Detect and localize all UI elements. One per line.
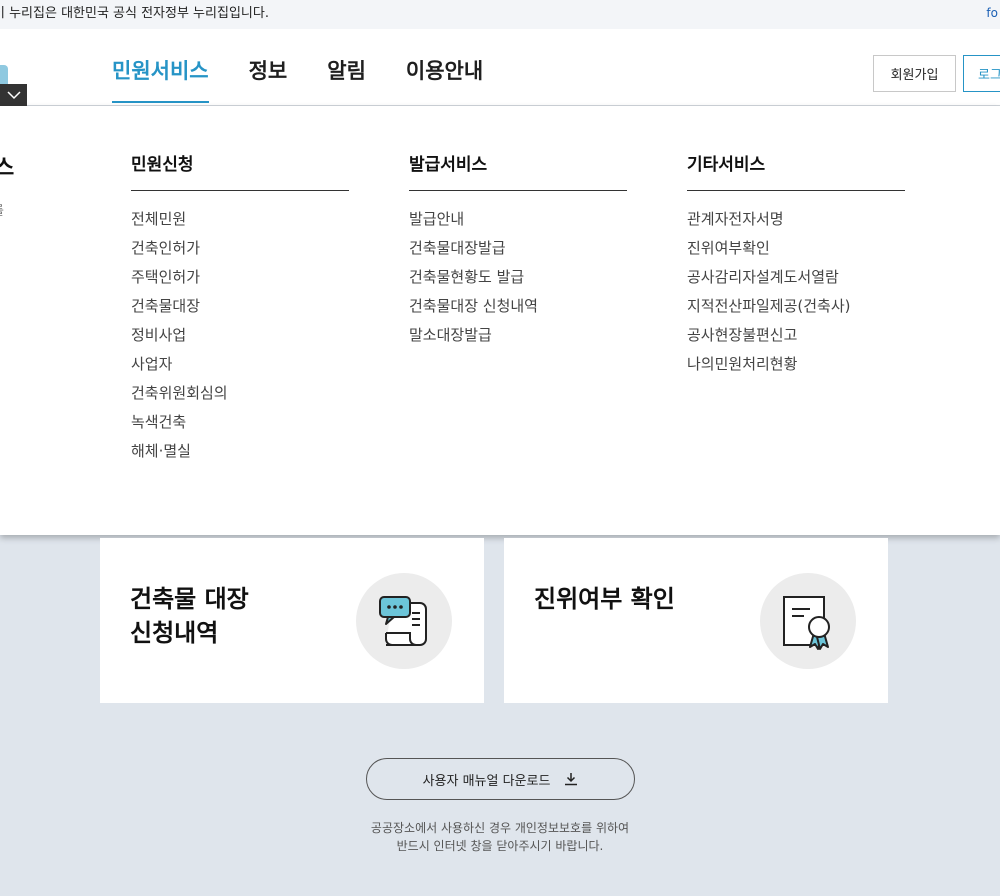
menu-column-issuance: 발급서비스 발급안내 건축물대장발급 건축물현황도 발급 건축물대장 신청내역 … <box>409 150 627 350</box>
menu-item[interactable]: 지적전산파일제공(건축사) <box>687 292 905 321</box>
menu-column-title: 기타서비스 <box>687 150 905 191</box>
menu-column-title: 민원신청 <box>131 150 349 191</box>
menu-item[interactable]: 나의민원처리현황 <box>687 350 905 379</box>
menu-item[interactable]: 진위여부확인 <box>687 234 905 263</box>
nav-notice[interactable]: 알림 <box>327 29 366 105</box>
menu-column-application: 민원신청 전체민원 건축인허가 주택인허가 건축물대장 정비사업 사업자 건축위… <box>131 150 349 466</box>
site-header: 민원서비스 정보 알림 이용안내 회원가입 로그 <box>0 29 1000 106</box>
login-button[interactable]: 로그 <box>963 55 1000 92</box>
menu-toggle-button[interactable] <box>0 84 27 106</box>
privacy-notice: 공공장소에서 사용하신 경우 개인정보보호를 위하여 반드시 인터넷 창을 닫아… <box>0 819 1000 855</box>
manual-download-label: 사용자 매뉴얼 다운로드 <box>422 773 551 789</box>
card-application-history[interactable]: 건축물 대장 신청내역 <box>100 538 484 703</box>
privacy-notice-line: 반드시 인터넷 창을 닫아주시기 바랍니다. <box>396 839 604 853</box>
menu-item[interactable]: 말소대장발급 <box>409 321 627 350</box>
menu-item[interactable]: 건축물현황도 발급 <box>409 263 627 292</box>
card-title-line: 신청내역 <box>130 619 219 647</box>
card-title: 건축물 대장 신청내역 <box>130 582 249 650</box>
mega-menu-side-title: 스 <box>0 156 15 181</box>
menu-item[interactable]: 건축물대장발급 <box>409 234 627 263</box>
card-title-line: 건축물 대장 <box>130 585 249 613</box>
menu-item[interactable]: 해체·멸실 <box>131 437 349 466</box>
gov-notice-bar: 이 누리집은 대한민국 공식 전자정부 누리집입니다. fo <box>0 0 1000 29</box>
privacy-notice-line: 공공장소에서 사용하신 경우 개인정보보호를 위하여 <box>370 821 630 835</box>
menu-item[interactable]: 주택인허가 <box>131 263 349 292</box>
menu-item[interactable]: 건축물대장 <box>131 292 349 321</box>
certificate-icon <box>760 573 856 669</box>
menu-column-other: 기타서비스 관계자전자서명 진위여부확인 공사감리자설계도서열람 지적전산파일제… <box>687 150 905 379</box>
signup-button[interactable]: 회원가입 <box>873 55 956 92</box>
menu-item[interactable]: 건축인허가 <box>131 234 349 263</box>
card-title-line: 진위여부 확인 <box>534 585 675 613</box>
menu-item[interactable]: 관계자전자서명 <box>687 205 905 234</box>
card-title: 진위여부 확인 <box>534 582 675 616</box>
nav-info[interactable]: 정보 <box>249 29 288 105</box>
manual-download-button[interactable]: 사용자 매뉴얼 다운로드 <box>366 758 635 800</box>
gov-notice-text: 이 누리집은 대한민국 공식 전자정부 누리집입니다. <box>0 6 269 21</box>
nav-civil-service[interactable]: 민원서비스 <box>112 29 209 105</box>
document-chat-icon <box>356 573 452 669</box>
menu-item[interactable]: 공사현장불편신고 <box>687 321 905 350</box>
menu-item[interactable]: 건축위원회심의 <box>131 379 349 408</box>
menu-item[interactable]: 정비사업 <box>131 321 349 350</box>
menu-item[interactable]: 사업자 <box>131 350 349 379</box>
menu-column-title: 발급서비스 <box>409 150 627 191</box>
menu-item[interactable]: 전체민원 <box>131 205 349 234</box>
mega-menu-side-desc: 를 <box>0 200 4 219</box>
main-navigation: 민원서비스 정보 알림 이용안내 <box>112 29 523 105</box>
menu-item[interactable]: 건축물대장 신청내역 <box>409 292 627 321</box>
topbar-right-link[interactable]: fo <box>986 0 998 27</box>
nav-guide[interactable]: 이용안내 <box>406 29 483 105</box>
menu-item[interactable]: 발급안내 <box>409 205 627 234</box>
card-authenticity-check[interactable]: 진위여부 확인 <box>504 538 888 703</box>
mega-menu-panel: 스 를 민원신청 전체민원 건축인허가 주택인허가 건축물대장 정비사업 사업자… <box>0 106 1000 535</box>
menu-item[interactable]: 녹색건축 <box>131 408 349 437</box>
chevron-down-icon <box>6 91 21 100</box>
download-icon <box>565 773 578 786</box>
menu-item[interactable]: 공사감리자설계도서열람 <box>687 263 905 292</box>
